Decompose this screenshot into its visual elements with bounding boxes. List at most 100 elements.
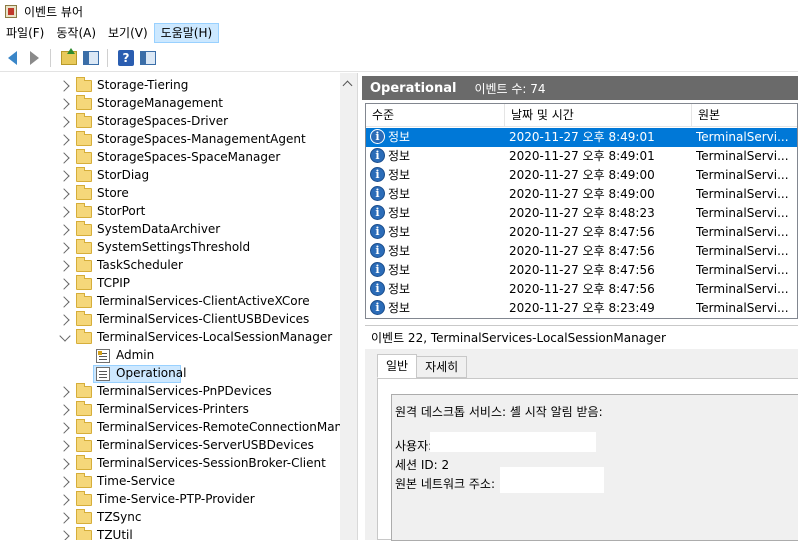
chevron-right-icon[interactable]	[58, 80, 70, 92]
menu-help[interactable]: 도움말(H)	[153, 23, 220, 43]
event-list-header: 수준 날짜 및 시간 원본	[366, 104, 797, 127]
tree-item[interactable]: Storage-Tiering	[0, 77, 340, 95]
chevron-right-icon[interactable]	[58, 170, 70, 182]
event-row[interactable]: i 정보 2020-11-27 오후 8:47:56 TerminalServi...	[366, 242, 797, 261]
chevron-right-icon[interactable]	[58, 206, 70, 218]
tree-item[interactable]: TerminalServices-RemoteConnectionManager	[0, 419, 357, 437]
tree-item[interactable]: Admin	[0, 347, 340, 365]
tree-item[interactable]: TerminalServices-ClientUSBDevices	[0, 311, 340, 329]
event-datetime: 2020-11-27 오후 8:49:01	[509, 149, 655, 163]
chevron-right-icon[interactable]	[58, 134, 70, 146]
detail-tabs: 일반 자세히	[377, 354, 468, 378]
chevron-right-icon[interactable]	[58, 530, 70, 540]
menu-view[interactable]: 보기(V)	[102, 23, 154, 43]
event-row[interactable]: i 정보 2020-11-27 오후 8:49:00 TerminalServi...	[366, 166, 797, 185]
chevron-right-icon[interactable]	[58, 458, 70, 470]
tab-general[interactable]: 일반	[377, 354, 418, 378]
folder-icon	[76, 437, 92, 452]
chevron-right-icon[interactable]	[58, 422, 70, 434]
help-button[interactable]: ?	[116, 48, 136, 68]
general-tab-panel: 원격 데스크톱 서비스: 셸 시작 알림 받음: 사용자: 세션 ID: 2 원…	[377, 378, 798, 541]
event-row[interactable]: i 정보 2020-11-27 오후 8:49:00 TerminalServi...	[366, 185, 797, 204]
tree-item[interactable]: TerminalServices-LocalSessionManager	[0, 329, 340, 347]
tree-item[interactable]: StorPort	[0, 203, 340, 221]
event-level: 정보	[388, 225, 411, 239]
show-hide-console-tree-button[interactable]	[81, 48, 101, 68]
chevron-right-icon[interactable]	[58, 404, 70, 416]
chevron-right-icon[interactable]	[58, 224, 70, 236]
folder-icon	[76, 401, 92, 416]
tree-item[interactable]: TerminalServices-PnPDevices	[0, 383, 340, 401]
folder-icon	[76, 113, 92, 128]
tree-item-label: TaskScheduler	[97, 258, 183, 272]
chevron-right-icon[interactable]	[58, 98, 70, 110]
chevron-right-icon[interactable]	[58, 512, 70, 524]
column-source[interactable]: 원본	[692, 104, 797, 127]
chevron-right-icon[interactable]	[58, 440, 70, 452]
chevron-right-icon[interactable]	[58, 260, 70, 272]
scroll-up-arrow-icon[interactable]	[342, 80, 353, 91]
chevron-right-icon[interactable]	[58, 296, 70, 308]
tree-item[interactable]: Store	[0, 185, 340, 203]
event-message-box[interactable]: 원격 데스크톱 서비스: 셸 시작 알림 받음: 사용자: 세션 ID: 2 원…	[391, 394, 798, 541]
chevron-right-icon[interactable]	[58, 386, 70, 398]
event-row[interactable]: i 정보 2020-11-27 오후 8:47:56 TerminalServi...	[366, 280, 797, 299]
event-row[interactable]: i 정보 2020-11-27 오후 8:47:56 TerminalServi...	[366, 261, 797, 280]
event-row[interactable]: i 정보 2020-11-27 오후 8:49:01 TerminalServi...	[366, 147, 797, 166]
up-one-level-button[interactable]	[59, 47, 79, 68]
event-row[interactable]: i 정보 2020-11-27 오후 8:47:56 TerminalServi...	[366, 223, 797, 242]
tree-item[interactable]: StorageSpaces-Driver	[0, 113, 340, 131]
chevron-right-icon[interactable]	[58, 314, 70, 326]
event-row[interactable]: i 정보 2020-11-27 오후 8:48:23 TerminalServi...	[366, 204, 797, 223]
chevron-right-icon[interactable]	[58, 188, 70, 200]
chevron-right-icon[interactable]	[58, 494, 70, 506]
chevron-right-icon[interactable]	[58, 152, 70, 164]
tree-item[interactable]: TZUtil	[0, 527, 340, 540]
tree-item[interactable]: TaskScheduler	[0, 257, 340, 275]
forward-button[interactable]	[24, 48, 44, 68]
tree-scrollbar[interactable]	[340, 73, 357, 540]
event-row[interactable]: i 정보 2020-11-27 오후 8:49:01 TerminalServi...	[366, 128, 797, 147]
chevron-down-icon[interactable]	[59, 330, 71, 342]
tree-item-label: StorageManagement	[97, 96, 223, 110]
tree-item[interactable]: SystemDataArchiver	[0, 221, 340, 239]
tree-item[interactable]: TCPIP	[0, 275, 340, 293]
tree-item[interactable]: TZSync	[0, 509, 340, 527]
back-button[interactable]	[2, 48, 22, 68]
tab-details[interactable]: 자세히	[416, 356, 468, 378]
tree-item-label: TerminalServices-ClientUSBDevices	[97, 312, 310, 326]
chevron-right-icon[interactable]	[58, 278, 70, 290]
chevron-right-icon[interactable]	[58, 242, 70, 254]
show-hide-action-pane-button[interactable]	[138, 48, 158, 68]
column-level[interactable]: 수준	[366, 104, 505, 127]
tree-item[interactable]: TerminalServices-ServerUSBDevices	[0, 437, 340, 455]
tree-item-label: Admin	[116, 348, 155, 362]
column-datetime[interactable]: 날짜 및 시간	[505, 104, 692, 127]
event-source: TerminalServi...	[696, 168, 789, 182]
tree-item[interactable]: StorageManagement	[0, 95, 340, 113]
redacted-user	[430, 432, 596, 452]
tree-item[interactable]: SystemSettingsThreshold	[0, 239, 340, 257]
tree-item[interactable]: StorageSpaces-ManagementAgent	[0, 131, 340, 149]
tree-item[interactable]: TerminalServices-ClientActiveXCore	[0, 293, 340, 311]
event-row[interactable]: i 정보 2020-11-27 오후 8:23:49 TerminalServi...	[366, 299, 797, 318]
tree-item[interactable]: StorageSpaces-SpaceManager	[0, 149, 340, 167]
menu-file[interactable]: 파일(F)	[0, 23, 50, 43]
tree-item[interactable]: StorDiag	[0, 167, 340, 185]
admin-log-icon	[96, 349, 110, 363]
tree-item[interactable]: TerminalServices-Printers	[0, 401, 340, 419]
tree-item[interactable]: Time-Service-PTP-Provider	[0, 491, 340, 509]
chevron-right-icon[interactable]	[58, 116, 70, 128]
tree-item-label: Operational	[116, 366, 187, 380]
folder-icon	[76, 149, 92, 164]
tree-item[interactable]: Time-Service	[0, 473, 340, 491]
event-level: 정보	[388, 244, 411, 258]
chevron-right-icon[interactable]	[58, 476, 70, 488]
menu-action[interactable]: 동작(A)	[50, 23, 102, 43]
event-source: TerminalServi...	[696, 187, 789, 201]
info-icon: i	[370, 167, 385, 182]
toolbar: ?	[0, 44, 798, 72]
tree-item[interactable]: Operational	[0, 365, 340, 383]
event-datetime: 2020-11-27 오후 8:47:56	[509, 225, 655, 239]
tree-item[interactable]: TerminalServices-SessionBroker-Client	[0, 455, 340, 473]
